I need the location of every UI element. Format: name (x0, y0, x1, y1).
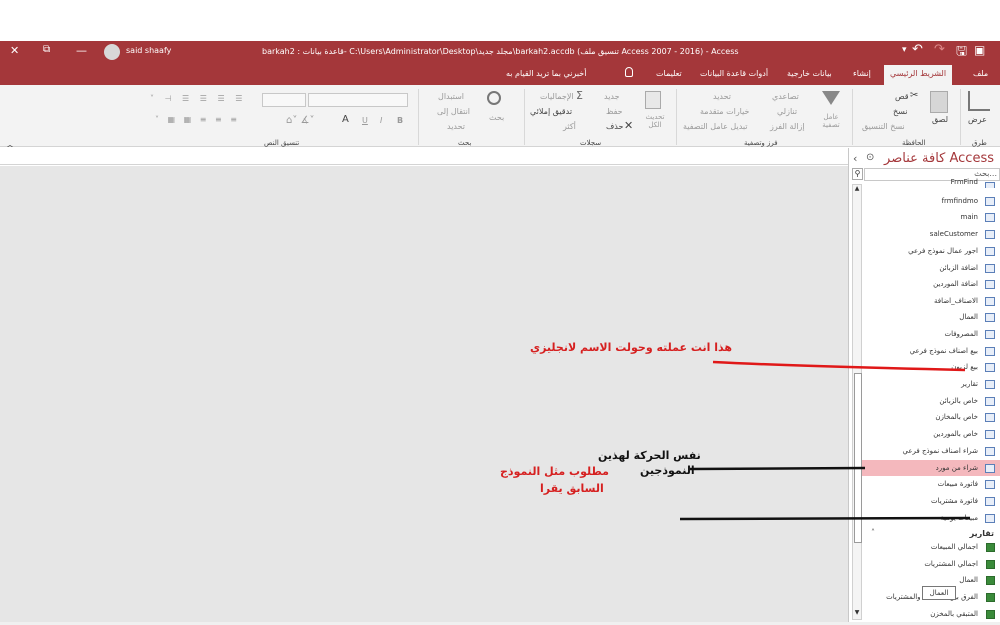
annotation-red-note2-line2: السابق يقرا (540, 482, 604, 495)
annotation-black-note-line2: النموذجين (640, 464, 695, 477)
annotation-black-note-line1: نفس الحركة لهذين (598, 449, 701, 462)
annotation-lines (679, 360, 971, 521)
annotation-red-note: هذا انت عملته وحولت الاسم لانجليزي (530, 341, 732, 354)
annotation-red-note2-line1: مطلوب مثل النموذج (500, 465, 609, 478)
black-line-lower (679, 516, 971, 521)
black-line-upper (689, 466, 866, 471)
red-arrow-line (712, 360, 966, 372)
